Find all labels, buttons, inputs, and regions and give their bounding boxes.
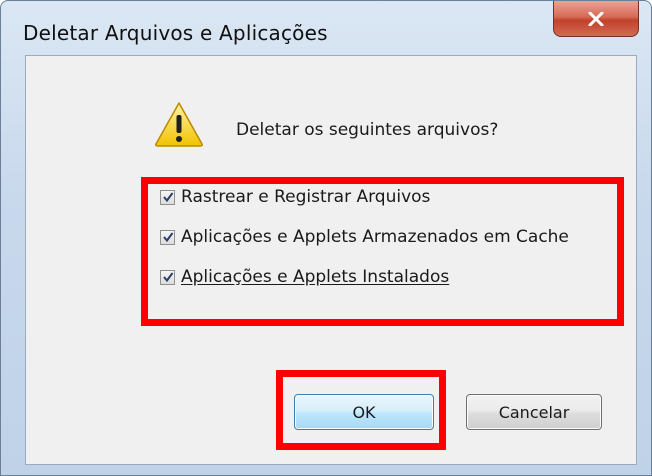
prompt-text: Deletar os seguintes arquivos?	[236, 120, 499, 140]
cancel-button[interactable]: Cancelar	[466, 394, 602, 430]
close-icon	[588, 11, 604, 26]
warning-icon	[154, 101, 204, 147]
close-button[interactable]	[553, 1, 639, 37]
highlight-box-options	[141, 177, 624, 326]
window-title: Deletar Arquivos e Aplicações	[23, 21, 328, 45]
highlight-box-ok	[276, 370, 446, 450]
title-bar[interactable]: Deletar Arquivos e Aplicações	[1, 1, 651, 55]
